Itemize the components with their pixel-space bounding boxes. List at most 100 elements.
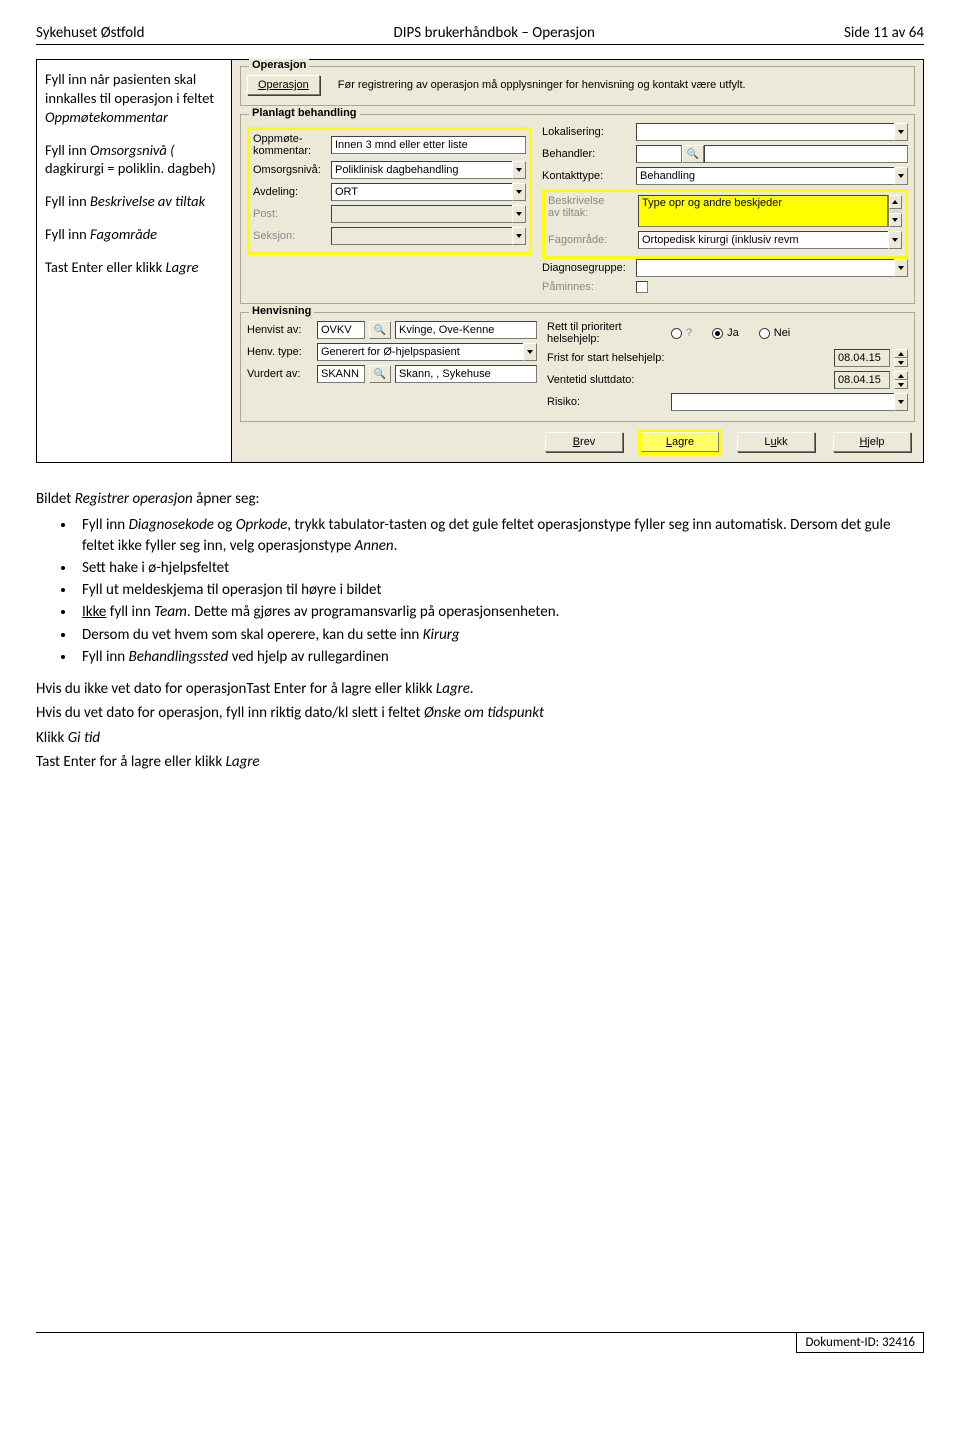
spin-up-icon: [898, 352, 904, 356]
henvist-code-input[interactable]: OVKV: [317, 321, 365, 339]
date-spinner[interactable]: [894, 371, 908, 389]
omsorg-input[interactable]: Poliklinisk dagbehandling: [331, 161, 513, 179]
instr-em: Beskrivelse av tiltak: [90, 192, 205, 210]
radio-ja-label: Ja: [727, 327, 739, 339]
spin-down-icon: [898, 361, 904, 365]
planlagt-legend: Planlagt behandling: [249, 107, 360, 119]
radio-q-label: ?: [686, 327, 692, 339]
chevron-down-icon: [898, 266, 904, 270]
avdeling-input[interactable]: ORT: [331, 183, 513, 201]
chevron-down-icon: [898, 130, 904, 134]
dropdown-button[interactable]: [888, 231, 902, 249]
dropdown-button[interactable]: [894, 123, 908, 141]
planlagt-group: Planlagt behandling Oppmøte- kommentar: …: [240, 114, 915, 304]
dropdown-button[interactable]: [523, 343, 537, 361]
dropdown-button[interactable]: [512, 183, 526, 201]
search-binoculars-icon[interactable]: 🔍: [682, 145, 704, 163]
henvisning-group: Henvisning Henvist av: OVKV 🔍 Kvinge, Ov…: [240, 312, 915, 422]
spin-up-icon: [898, 374, 904, 378]
dropdown-button[interactable]: [894, 393, 908, 411]
dropdown-button[interactable]: [894, 167, 908, 185]
dropdown-button[interactable]: [512, 227, 526, 245]
operasjon-group: Operasjon Operasjon Før registrering av …: [240, 66, 915, 106]
avdeling-label: Avdeling:: [253, 186, 327, 198]
beskrivelse-label: Beskrivelse av tiltak:: [548, 195, 634, 219]
scrollbar[interactable]: [888, 195, 902, 227]
lokal-label: Lokalisering:: [542, 126, 632, 138]
list-item: Fyll inn Diagnosekode og Oprkode, trykk …: [76, 515, 924, 556]
ventetid-input[interactable]: 08.04.15: [834, 371, 890, 389]
list-item: Fyll ut meldeskjema til operasjon til hø…: [76, 580, 924, 600]
instr-em: Fagområde: [90, 225, 157, 243]
app-screenshot: Operasjon Operasjon Før registrering av …: [232, 60, 923, 462]
instr-text: Fyll inn: [45, 192, 90, 210]
risiko-label: Risiko:: [547, 396, 667, 408]
dropdown-button[interactable]: [894, 259, 908, 277]
chevron-down-icon: [516, 234, 522, 238]
vurdert-code-input[interactable]: SKANN: [317, 365, 365, 383]
paminnes-checkbox[interactable]: [636, 281, 648, 293]
chevron-down-icon: [898, 400, 904, 404]
henvtype-input[interactable]: Generert for Ø-hjelpspasient: [317, 343, 524, 361]
brev-button[interactable]: Brev: [545, 432, 623, 452]
dropdown-button[interactable]: [512, 161, 526, 179]
lokal-input[interactable]: [636, 123, 895, 141]
frist-input[interactable]: 08.04.15: [834, 349, 890, 367]
document-footer: Dokument-ID: 32416: [36, 1332, 924, 1353]
vurdert-name-input[interactable]: Skann, , Sykehuse: [395, 365, 537, 383]
oppmote-input[interactable]: Innen 3 mnd eller etter liste: [331, 136, 526, 154]
list-item: Dersom du vet hvem som skal operere, kan…: [76, 625, 924, 645]
instr-em: Omsorgsnivå (: [90, 141, 175, 159]
operasjon-button[interactable]: Operasjon: [247, 75, 320, 95]
radio-ja[interactable]: [712, 328, 723, 339]
dialog-buttons: Brev Lagre Lukk Hjelp: [240, 426, 915, 454]
chevron-down-icon: [516, 168, 522, 172]
post-input: [331, 205, 513, 223]
risiko-input[interactable]: [671, 393, 895, 411]
paminnes-label: Påminnes:: [542, 281, 632, 293]
seksjon-input: [331, 227, 513, 245]
diag-input[interactable]: [636, 259, 895, 277]
instr-text: Tast Enter eller klikk: [45, 258, 165, 276]
chevron-down-icon: [898, 174, 904, 178]
lukk-button[interactable]: Lukk: [737, 432, 815, 452]
radio-nei-label: Nei: [774, 327, 791, 339]
instr-text: Fyll inn: [45, 225, 90, 243]
henvtype-label: Henv. type:: [247, 346, 313, 358]
fag-input[interactable]: Ortopedisk kirurgi (inklusiv revm: [638, 231, 889, 249]
rett-label: Rett til prioritert helsehjelp:: [547, 321, 667, 345]
henvist-name-input[interactable]: Kvinge, Ove-Kenne: [395, 321, 537, 339]
vurdert-label: Vurdert av:: [247, 368, 313, 380]
radio-q[interactable]: [671, 328, 682, 339]
highlight-right: Beskrivelse av tiltak: Type opr og andre…: [542, 189, 908, 259]
radio-nei[interactable]: [759, 328, 770, 339]
seksjon-label: Seksjon:: [253, 230, 327, 242]
list-item: Fyll inn Behandlingssted ved hjelp av ru…: [76, 647, 924, 667]
header-right: Side 11 av 64: [844, 24, 924, 42]
behandler-code-input[interactable]: [636, 145, 682, 163]
search-binoculars-icon[interactable]: 🔍: [369, 365, 391, 383]
chevron-down-icon: [892, 238, 898, 242]
operasjon-info: Før registrering av operasjon må opplysn…: [338, 79, 746, 91]
date-spinner[interactable]: [894, 349, 908, 367]
spin-down-icon: [898, 383, 904, 387]
document-id: Dokument-ID: 32416: [796, 1333, 924, 1353]
kontakt-input[interactable]: Behandling: [636, 167, 895, 185]
frist-label: Frist for start helsehjelp:: [547, 352, 667, 364]
diag-label: Diagnosegruppe:: [542, 262, 632, 274]
instr-text: Fyll inn når pasienten skal innkalles ti…: [45, 70, 214, 107]
instr-em: Oppmøtekommentar: [45, 108, 168, 126]
search-binoculars-icon[interactable]: 🔍: [369, 321, 391, 339]
ventetid-label: Ventetid sluttdato:: [547, 374, 667, 386]
hjelp-button[interactable]: Hjelp: [833, 432, 911, 452]
instruction-column: Fyll inn når pasienten skal innkalles ti…: [37, 60, 232, 462]
behandler-name-input[interactable]: [704, 145, 908, 163]
list-item: Sett hake i ø-hjelpsfeltet: [76, 558, 924, 578]
t: Bildet: [36, 490, 75, 508]
chevron-down-icon: [527, 350, 533, 354]
beskrivelse-textarea[interactable]: Type opr og andre beskjeder: [638, 195, 888, 227]
lagre-button[interactable]: Lagre: [641, 432, 719, 452]
header-center: DIPS brukerhåndbok – Operasjon: [394, 24, 595, 42]
scroll-down-icon: [892, 218, 898, 222]
dropdown-button[interactable]: [512, 205, 526, 223]
